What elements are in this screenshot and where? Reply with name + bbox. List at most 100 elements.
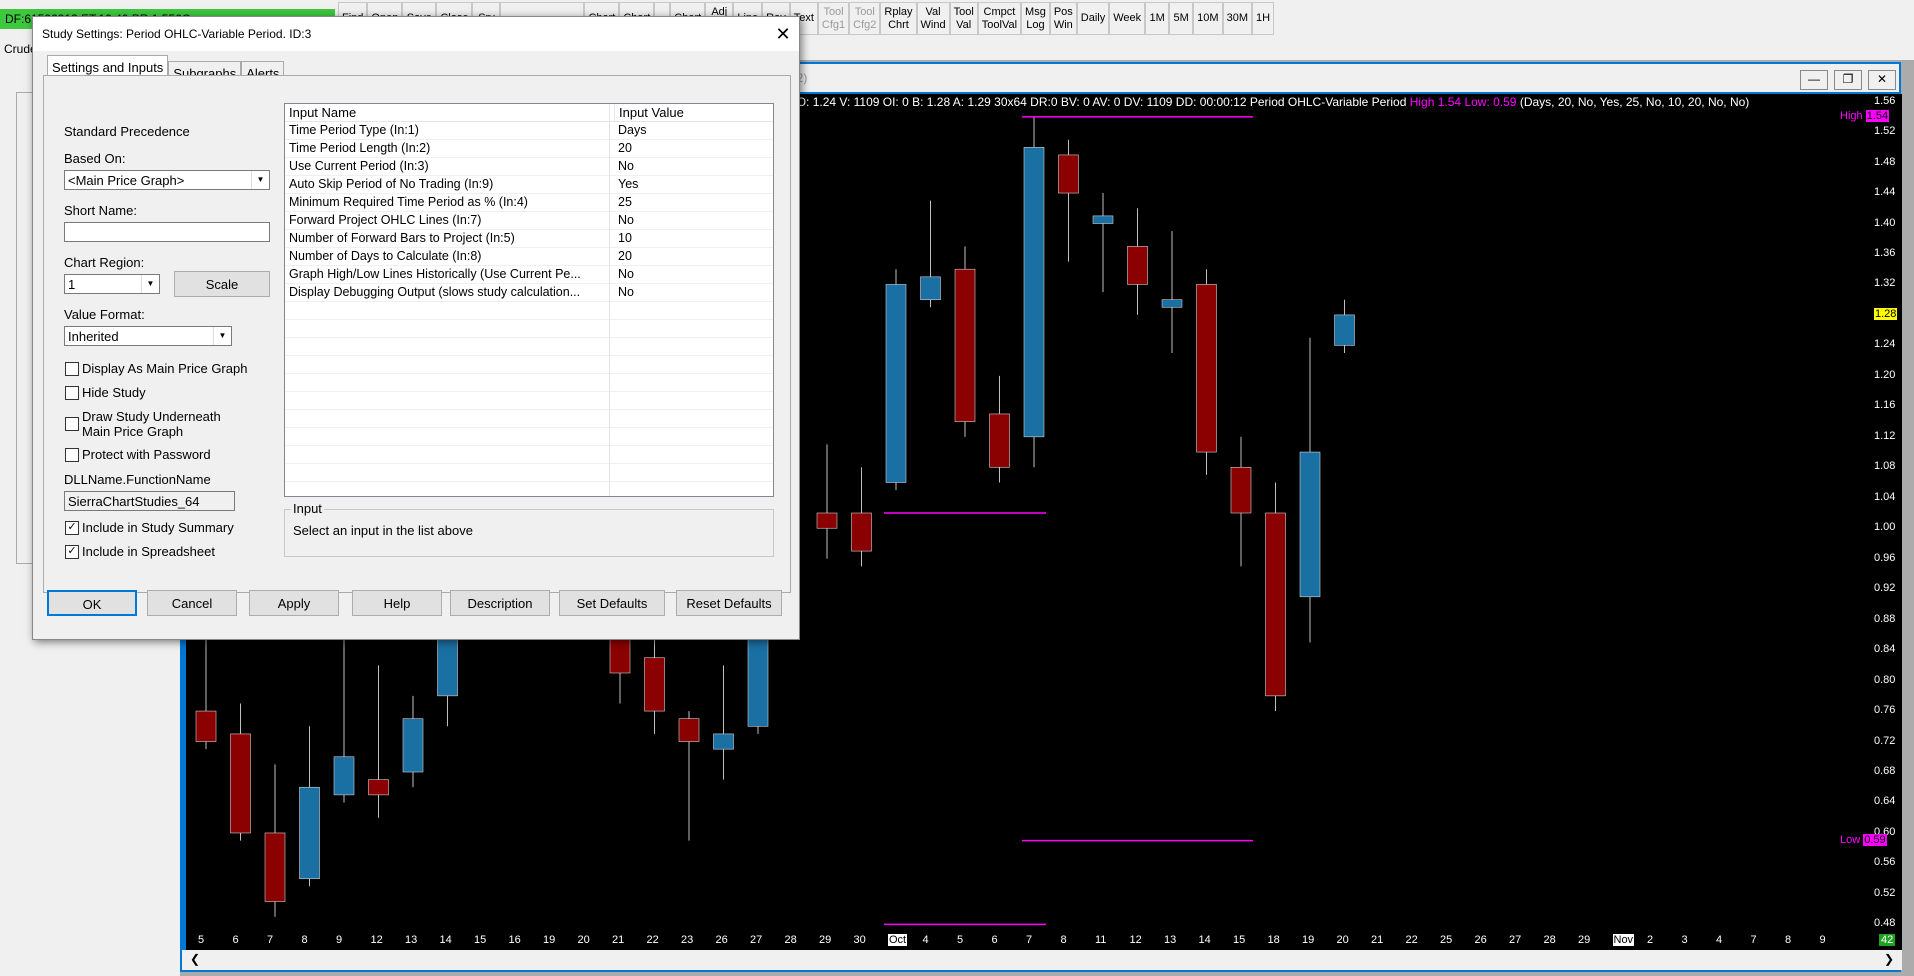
apply-button[interactable]: Apply: [249, 590, 339, 616]
candle-body[interactable]: [1092, 215, 1114, 224]
input-value-cell[interactable]: No: [618, 212, 768, 228]
value-format-select[interactable]: Inherited ▼: [64, 326, 232, 346]
input-row[interactable]: [285, 356, 773, 374]
candle-body[interactable]: [851, 512, 872, 552]
option-checkbox[interactable]: [65, 362, 79, 376]
description-button[interactable]: Description: [450, 590, 550, 616]
input-value-cell[interactable]: No: [618, 284, 768, 300]
candle-body[interactable]: [747, 626, 769, 727]
short-name-input[interactable]: [64, 222, 270, 242]
scroll-left-icon[interactable]: ❮: [190, 952, 200, 966]
reset-defaults-button[interactable]: Reset Defaults: [676, 590, 782, 616]
input-row[interactable]: [285, 320, 773, 338]
chevron-down-icon[interactable]: ▼: [141, 275, 159, 293]
dll-name-field[interactable]: SierraChartStudies_64: [64, 491, 235, 511]
input-row[interactable]: [285, 428, 773, 446]
input-row[interactable]: Graph High/Low Lines Historically (Use C…: [285, 266, 773, 284]
candle-body[interactable]: [1265, 512, 1286, 697]
candle-body[interactable]: [1023, 147, 1045, 438]
date-axis[interactable]: 5 6 7 8 9 12 13 14 15 16 19 20 21 22 23 26 27 28 29 30 Oct 4 5…: [186, 932, 1902, 950]
option-checkbox[interactable]: [65, 386, 79, 400]
include-spreadsheet-checkbox[interactable]: ✓: [65, 545, 79, 559]
help-button[interactable]: Help: [352, 590, 442, 616]
toolbar-button-1m[interactable]: 1M: [1145, 2, 1170, 35]
input-value-cell[interactable]: 25: [618, 194, 768, 210]
input-row[interactable]: [285, 482, 773, 500]
close-icon[interactable]: ✕: [772, 23, 794, 45]
input-row[interactable]: Auto Skip Period of No Trading (In:9) Yes: [285, 176, 773, 194]
candle-body[interactable]: [1334, 314, 1355, 346]
horizontal-scrollbar[interactable]: ❮ ❯: [182, 950, 1902, 970]
input-row[interactable]: Minimum Required Time Period as % (In:4)…: [285, 194, 773, 212]
input-value-cell[interactable]: 10: [618, 230, 768, 246]
candle-body[interactable]: [1230, 466, 1252, 514]
input-value-cell[interactable]: No: [618, 158, 768, 174]
input-row[interactable]: [285, 338, 773, 356]
candle-body[interactable]: [1058, 154, 1079, 194]
input-row[interactable]: [285, 410, 773, 428]
input-value-cell[interactable]: Days: [618, 122, 768, 138]
input-value-cell[interactable]: 20: [618, 248, 768, 264]
toolbar-button-5m[interactable]: 5M: [1169, 2, 1194, 35]
option-checkbox[interactable]: [65, 448, 79, 462]
input-row[interactable]: [285, 464, 773, 482]
toolbar-button-1h[interactable]: 1H: [1251, 2, 1275, 35]
candle-body[interactable]: [1161, 299, 1183, 308]
candle-body[interactable]: [264, 832, 286, 902]
candle-body[interactable]: [885, 284, 907, 483]
candle-body[interactable]: [195, 710, 217, 742]
candle-body[interactable]: [230, 733, 251, 834]
toolbar-button-val-wind[interactable]: Val Wind: [916, 2, 950, 35]
chevron-down-icon[interactable]: ▼: [213, 327, 231, 345]
toolbar-button-pos-win[interactable]: Pos Win: [1049, 2, 1077, 35]
input-value-cell[interactable]: No: [618, 266, 768, 282]
candle-body[interactable]: [299, 786, 320, 879]
candle-body[interactable]: [989, 413, 1010, 468]
candle-body[interactable]: [1299, 451, 1321, 598]
input-row[interactable]: [285, 392, 773, 410]
input-row[interactable]: Time Period Type (In:1) Days: [285, 122, 773, 140]
candle-body[interactable]: [1196, 284, 1217, 453]
include-summary-checkbox[interactable]: ✓: [65, 521, 79, 535]
toolbar-button-tool-cfg1[interactable]: Tool Cfg1: [817, 2, 850, 35]
toolbar-button-tool-val[interactable]: Tool Val: [949, 2, 978, 35]
toolbar-button-daily[interactable]: Daily: [1076, 2, 1110, 35]
input-row[interactable]: [285, 374, 773, 392]
input-name-header[interactable]: Input Name: [289, 104, 609, 121]
candle-body[interactable]: [644, 657, 665, 712]
candle-body[interactable]: [678, 718, 700, 742]
input-row[interactable]: Forward Project OHLC Lines (In:7) No: [285, 212, 773, 230]
price-axis[interactable]: 1.56 1.52 1.48 1.44 1.40 1.36 1.32 1.28 1.24 1.20…: [1840, 94, 1902, 932]
input-row[interactable]: Number of Forward Bars to Project (In:5)…: [285, 230, 773, 248]
candle-body[interactable]: [1127, 246, 1148, 285]
input-row[interactable]: Number of Days to Calculate (In:8) 20: [285, 248, 773, 266]
candle-body[interactable]: [333, 756, 355, 796]
dialog-titlebar[interactable]: Study Settings: Period OHLC-Variable Per…: [33, 17, 799, 51]
chart-region-select[interactable]: 1 ▼: [64, 274, 160, 294]
toolbar-button-rplay-chrt[interactable]: Rplay Chrt: [880, 2, 917, 35]
minimize-icon[interactable]: —: [1800, 70, 1828, 90]
toolbar-button-tool-cfg2[interactable]: Tool Cfg2: [849, 2, 881, 35]
input-row[interactable]: [285, 302, 773, 320]
input-row[interactable]: Use Current Period (In:3) No: [285, 158, 773, 176]
candle-body[interactable]: [368, 779, 389, 796]
toolbar-button-msg-log[interactable]: Msg Log: [1021, 2, 1050, 35]
restore-icon[interactable]: ❐: [1834, 70, 1862, 90]
cancel-button[interactable]: Cancel: [147, 590, 237, 616]
toolbar-button-cmpct-toolval[interactable]: Cmpct ToolVal: [977, 2, 1022, 35]
ok-button[interactable]: OK: [47, 590, 137, 616]
based-on-select[interactable]: <Main Price Graph> ▼: [64, 170, 270, 190]
input-row[interactable]: [285, 446, 773, 464]
candle-body[interactable]: [954, 268, 976, 422]
input-row[interactable]: Display Debugging Output (slows study ca…: [285, 284, 773, 302]
candle-body[interactable]: [609, 634, 631, 674]
set-defaults-button[interactable]: Set Defaults: [559, 590, 665, 616]
candle-body[interactable]: [402, 718, 424, 773]
option-checkbox[interactable]: [65, 417, 79, 431]
scale-button[interactable]: Scale: [174, 271, 270, 297]
toolbar-button-10m[interactable]: 10M: [1193, 2, 1223, 35]
toolbar-button-week[interactable]: Week: [1109, 2, 1146, 35]
input-value-cell[interactable]: 20: [618, 140, 768, 156]
candle-body[interactable]: [437, 634, 458, 697]
candle-body[interactable]: [713, 733, 734, 750]
